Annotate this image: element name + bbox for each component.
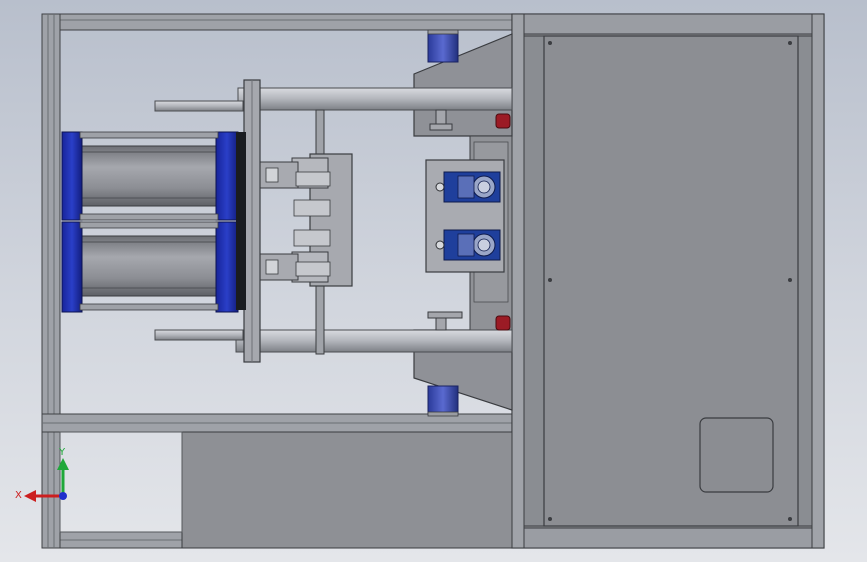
z-axis-dot [59,492,67,500]
moving-plate [243,79,261,363]
x-axis-label: X [15,490,22,501]
cad-viewport[interactable]: X Y [0,0,867,562]
y-axis-label: Y [58,447,66,458]
machine-drawing: X Y [15,13,825,549]
motor-lower [435,229,501,261]
access-hatch [699,417,774,493]
air-cylinders [61,131,246,313]
motor-box [425,159,505,273]
right-cabinet [511,13,825,549]
cylinder-upper [61,131,239,221]
motor-upper [435,171,501,203]
cylinder-lower [61,221,239,313]
base-panel [59,431,513,549]
